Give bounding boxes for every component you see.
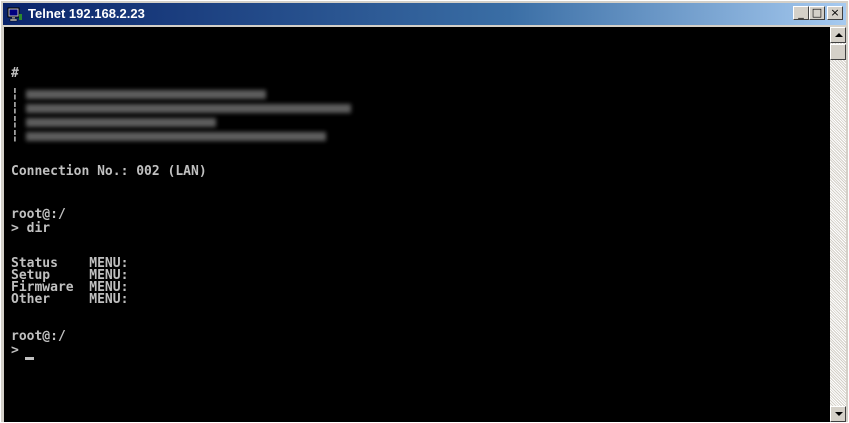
scroll-up-button[interactable]: [830, 27, 846, 43]
maximize-button[interactable]: □: [809, 6, 825, 20]
text-cursor: [25, 357, 34, 360]
arrow-up-icon: [835, 33, 843, 37]
connection-line: Connection No.: 002 (LAN): [11, 164, 207, 179]
title-bar[interactable]: Telnet 192.168.2.23 _ □ ×: [3, 3, 846, 25]
vertical-scrollbar[interactable]: [830, 27, 846, 422]
input-prompt: >: [11, 343, 19, 358]
console-line: ¦: [11, 114, 19, 129]
arrow-down-icon: [835, 412, 843, 416]
redacted-text: [26, 104, 351, 113]
window-title: Telnet 192.168.2.23: [28, 6, 145, 21]
console-line: ¦: [11, 86, 19, 101]
telnet-icon: [7, 7, 22, 22]
console-line: ¦: [11, 128, 19, 143]
scroll-down-button[interactable]: [830, 406, 846, 422]
minimize-button[interactable]: _: [793, 6, 809, 20]
command-line: > dir: [11, 221, 51, 236]
console-line: ¦: [11, 100, 19, 115]
prompt-path: root@:/: [11, 329, 66, 344]
prompt-path: root@:/: [11, 207, 66, 222]
close-button[interactable]: ×: [827, 6, 843, 20]
console-line: #: [11, 66, 19, 81]
scroll-thumb[interactable]: [830, 44, 846, 60]
menu-entry: Other MENU:: [11, 292, 129, 307]
telnet-window: Telnet 192.168.2.23 _ □ × # ¦ ¦ ¦ ¦ Conn…: [0, 0, 849, 423]
terminal-output[interactable]: # ¦ ¦ ¦ ¦ Connection No.: 002 (LAN) root…: [4, 27, 832, 422]
redacted-text: [26, 132, 326, 141]
redacted-text: [26, 118, 216, 127]
redacted-text: [26, 90, 266, 99]
